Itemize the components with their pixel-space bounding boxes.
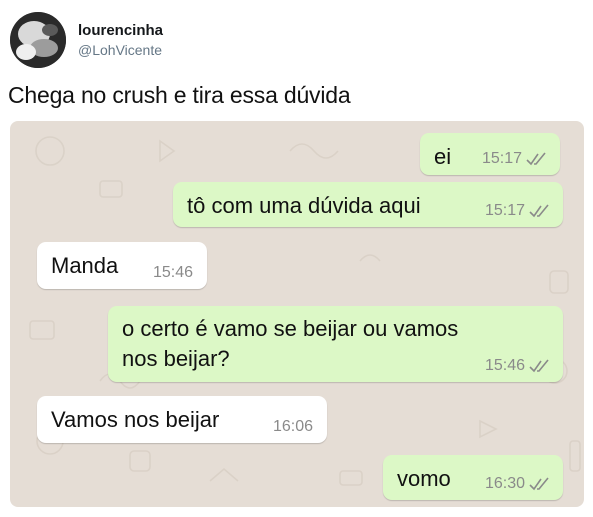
avatar-photo-icon — [10, 12, 66, 68]
message-text: vomo — [397, 466, 451, 491]
message-bubble-outgoing[interactable]: o certo é vamo se beijar ou vamos nos be… — [108, 306, 563, 382]
double-check-icon — [526, 152, 548, 166]
user-handle[interactable]: @LohVicente — [78, 42, 162, 58]
message-meta: 15:46 — [485, 358, 551, 374]
message-time: 16:30 — [484, 475, 525, 492]
double-check-icon — [529, 477, 551, 491]
message-bubble-outgoing[interactable]: tô com uma dúvida aqui 15:17 — [173, 182, 563, 227]
message-time: 15:46 — [152, 264, 193, 281]
message-meta: 15:17 — [482, 151, 548, 167]
message-time: 15:17 — [481, 150, 522, 167]
display-name[interactable]: lourencinha — [78, 22, 163, 39]
message-text: Manda — [51, 253, 119, 278]
message-time: 16:06 — [272, 418, 313, 435]
message-time: 15:46 — [484, 357, 525, 374]
message-bubble-outgoing[interactable]: ei 15:17 — [420, 133, 560, 175]
message-text-line: o certo é vamo se beijar ou vamos — [122, 316, 459, 341]
message-meta: 16:06 — [273, 419, 313, 435]
message-bubble-incoming[interactable]: Manda 15:46 — [37, 242, 207, 289]
message-bubble-incoming[interactable]: Vamos nos beijar 16:06 — [37, 396, 327, 443]
tweet-header: lourencinha @LohVicente — [8, 10, 583, 70]
message-meta: 16:30 — [485, 476, 551, 492]
double-check-icon — [529, 359, 551, 373]
message-text: Vamos nos beijar — [51, 407, 220, 432]
tweet-text: Chega no crush e tira essa dúvida — [8, 82, 351, 108]
message-time: 15:17 — [484, 202, 525, 219]
message-text: tô com uma dúvida aqui — [187, 193, 421, 218]
message-meta: 15:46 — [153, 265, 193, 281]
double-check-icon — [529, 204, 551, 218]
avatar[interactable] — [10, 12, 66, 68]
message-meta: 15:17 — [485, 203, 551, 219]
message-text: ei — [434, 144, 452, 169]
message-bubble-outgoing[interactable]: vomo 16:30 — [383, 455, 563, 500]
chat-screenshot: ei 15:17 tô com uma dúvida aqui 15:17 Ma… — [10, 121, 584, 507]
